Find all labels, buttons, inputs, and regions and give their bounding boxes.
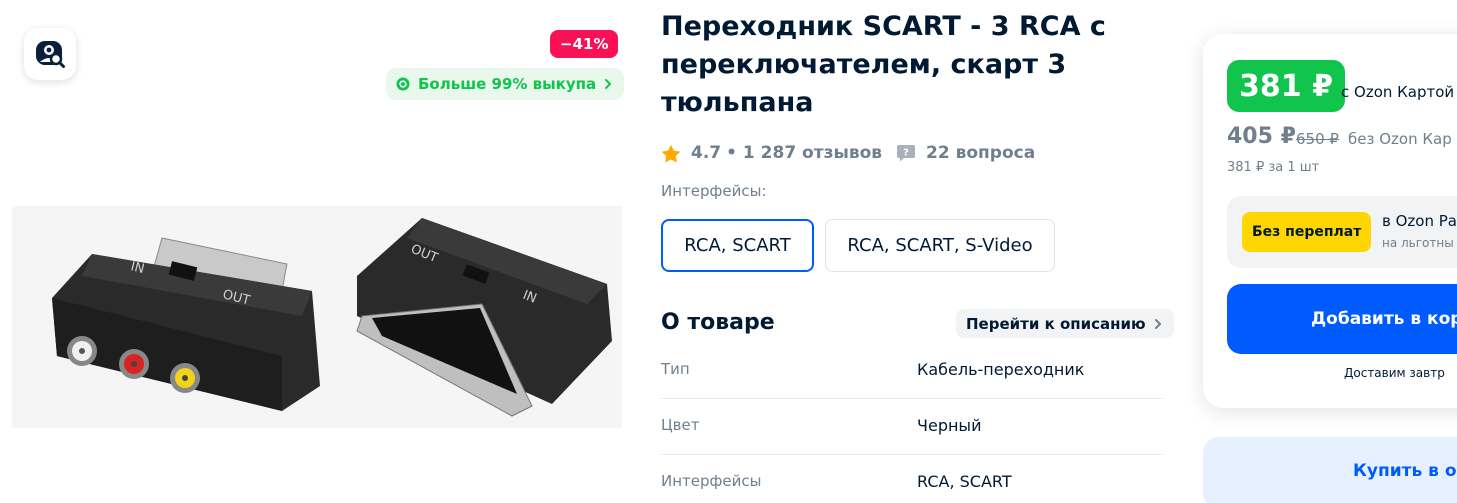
installment-title: в Ozon Ра [1382, 212, 1457, 230]
buyout-icon [396, 77, 410, 91]
product-title: Переходник SCART - 3 RCA с переключателе… [661, 11, 1106, 118]
question-icon: ? [896, 144, 916, 162]
divider [661, 454, 1163, 455]
spec-key: Цвет [661, 416, 700, 434]
spec-row: Тип Кабель-переходник [661, 360, 1163, 416]
delivery-info: Доставим завтр [1344, 366, 1445, 380]
old-price: 650 ₽ [1296, 130, 1339, 148]
questions-count[interactable]: 22 вопроса [926, 143, 1035, 163]
svg-text:?: ? [903, 148, 909, 159]
buyout-badge[interactable]: Больше 99% выкупа [386, 68, 625, 100]
rating-row[interactable]: 4.7 • 1 287 отзывов ? 22 вопроса [661, 140, 1035, 166]
base-price: 405 ₽ [1227, 124, 1296, 149]
spec-value: Черный [917, 416, 982, 435]
reviews-count[interactable]: • 1 287 отзывов [726, 143, 882, 163]
product-image[interactable]: IN OUT OUT IN [12, 206, 622, 428]
buy-one-click-button[interactable]: Купить в од [1203, 437, 1457, 503]
goto-description-label: Перейти к описанию [966, 314, 1146, 333]
star-icon [661, 144, 681, 163]
chevron-right-icon [1154, 318, 1162, 329]
spec-value: Кабель-переходник [917, 360, 1085, 379]
spec-value: RCA, SCART [917, 472, 1012, 491]
spec-key: Интерфейсы [661, 472, 762, 490]
price-card: 381 ₽ с Ozon Картой 405 ₽ 650 ₽ без Ozon… [1203, 34, 1457, 408]
variant-rca-scart[interactable]: RCA, SCART [661, 219, 814, 272]
photo-search-icon [36, 41, 65, 68]
installment-subtitle: на льготны [1382, 236, 1454, 250]
about-title: О товаре [661, 310, 775, 335]
installment-block[interactable]: Без переплат в Ozon Ра на льготны [1227, 196, 1457, 268]
divider [661, 398, 1163, 399]
ozon-card-price[interactable]: 381 ₽ [1227, 60, 1345, 112]
variants-label: Интерфейсы: [661, 182, 767, 200]
no-overpay-badge: Без переплат [1242, 212, 1372, 252]
variant-rca-scart-svideo[interactable]: RCA, SCART, S-Video [825, 219, 1055, 272]
spec-row: Цвет Черный [661, 416, 1163, 472]
goto-description-button[interactable]: Перейти к описанию [956, 309, 1174, 338]
add-to-cart-button[interactable]: Добавить в кор [1227, 284, 1457, 354]
buyout-text: Больше 99% выкупа [418, 75, 597, 93]
chevron-right-icon [605, 79, 612, 89]
no-card-label: без Ozon Кар [1348, 130, 1452, 148]
spec-row: Интерфейсы RCA, SCART [661, 472, 1163, 503]
rating-value: 4.7 [691, 143, 722, 163]
per-unit-price: 381 ₽ за 1 шт [1227, 160, 1320, 175]
search-by-photo-button[interactable] [24, 28, 76, 80]
discount-badge: −41% [550, 30, 619, 58]
ozon-card-label: с Ozon Картой [1341, 83, 1455, 101]
product-gallery: −41% Больше 99% выкупа IN OUT OUT IN [0, 0, 640, 503]
spec-key: Тип [661, 360, 690, 378]
